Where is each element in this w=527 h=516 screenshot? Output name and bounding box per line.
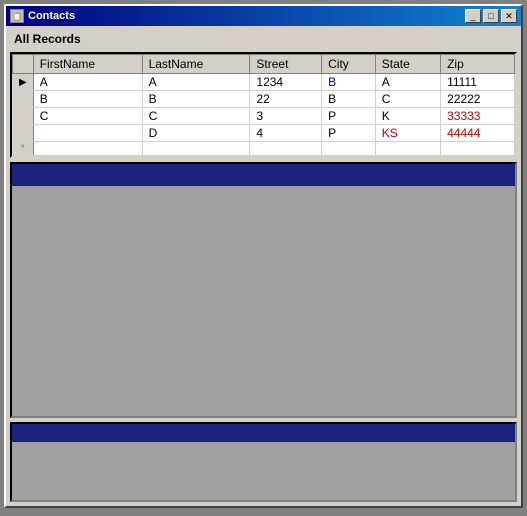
cell-state[interactable]: C [375,91,440,108]
cell-street[interactable]: 22 [250,91,322,108]
cell-zip[interactable]: 11111 [441,74,515,91]
cell-state[interactable]: KS [375,125,440,142]
table-row[interactable]: ▶AA1234BA11111 [13,74,515,91]
cell-firstname[interactable]: A [33,74,142,91]
cell-firstname[interactable] [33,125,142,142]
table-row[interactable]: CC3PK33333 [13,108,515,125]
col-street[interactable]: Street [250,55,322,74]
cell-lastname[interactable] [142,142,250,156]
middle-header-bar [12,164,515,186]
cell-firstname[interactable]: B [33,91,142,108]
cell-zip[interactable] [441,142,515,156]
bottom-header-bar [12,424,515,442]
col-firstname[interactable]: FirstName [33,55,142,74]
cell-lastname[interactable]: D [142,125,250,142]
cell-state[interactable] [375,142,440,156]
close-button[interactable]: ✕ [501,9,517,23]
bottom-content-area [12,442,515,500]
table-header-row: FirstName LastName Street City State Zip [13,55,515,74]
window-content: All Records FirstName LastName Street Ci… [6,26,521,506]
col-city[interactable]: City [322,55,376,74]
cell-state[interactable]: K [375,108,440,125]
main-window: 📋 Contacts _ □ ✕ All Records FirstName L… [4,4,523,508]
middle-content-area [12,186,515,416]
window-title: Contacts [28,10,465,22]
cell-city[interactable]: B [322,91,376,108]
col-state[interactable]: State [375,55,440,74]
cell-street[interactable]: 1234 [250,74,322,91]
cell-zip[interactable]: 44444 [441,125,515,142]
window-icon: 📋 [10,9,24,23]
title-bar: 📋 Contacts _ □ ✕ [6,6,521,26]
cell-firstname[interactable]: C [33,108,142,125]
cell-zip[interactable]: 22222 [441,91,515,108]
row-selector [13,125,34,142]
table-row[interactable]: * [13,142,515,156]
cell-city[interactable]: P [322,108,376,125]
maximize-button[interactable]: □ [483,9,499,23]
cell-lastname[interactable]: B [142,91,250,108]
table-panel: FirstName LastName Street City State Zip… [10,52,517,158]
cell-state[interactable]: A [375,74,440,91]
cell-firstname[interactable] [33,142,142,156]
row-selector [13,108,34,125]
bottom-panel [10,422,517,502]
col-selector [13,55,34,74]
middle-panel [10,162,517,418]
cell-lastname[interactable]: A [142,74,250,91]
cell-lastname[interactable]: C [142,108,250,125]
minimize-button[interactable]: _ [465,9,481,23]
cell-street[interactable]: 4 [250,125,322,142]
cell-street[interactable] [250,142,322,156]
cell-city[interactable]: P [322,125,376,142]
table-row[interactable]: D4PKS44444 [13,125,515,142]
row-selector: * [13,142,34,156]
cell-city[interactable] [322,142,376,156]
cell-city[interactable]: B [322,74,376,91]
row-selector: ▶ [13,74,34,91]
col-zip[interactable]: Zip [441,55,515,74]
all-records-label: All Records [10,30,517,48]
col-lastname[interactable]: LastName [142,55,250,74]
title-bar-buttons: _ □ ✕ [465,9,517,23]
cell-zip[interactable]: 33333 [441,108,515,125]
cell-street[interactable]: 3 [250,108,322,125]
row-selector [13,91,34,108]
contacts-table: FirstName LastName Street City State Zip… [12,54,515,156]
table-row[interactable]: BB22BC22222 [13,91,515,108]
